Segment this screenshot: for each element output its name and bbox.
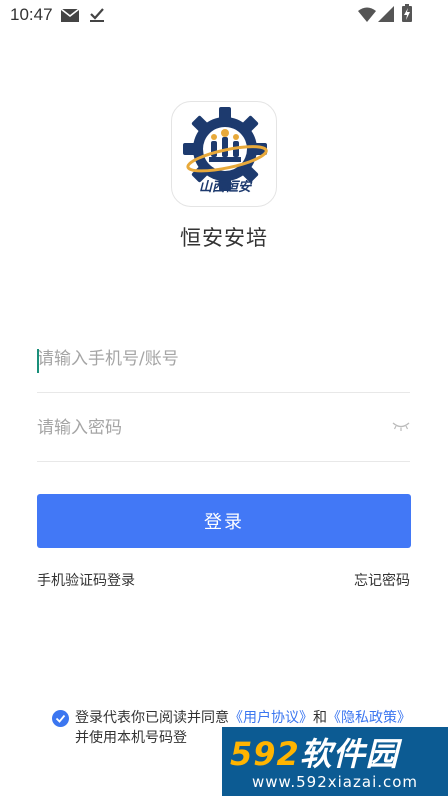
privacy-policy-link[interactable]: 《隐私政策》 bbox=[327, 710, 411, 726]
app-logo: 山西恒安 bbox=[171, 101, 277, 207]
user-agreement-link[interactable]: 《用户协议》 bbox=[229, 710, 313, 726]
text-caret bbox=[37, 349, 39, 373]
download-done-icon bbox=[90, 8, 104, 22]
signal-icon bbox=[378, 6, 394, 22]
check-icon bbox=[55, 714, 66, 723]
app-name: 恒安安培 bbox=[180, 226, 268, 250]
sms-login-link[interactable]: 手机验证码登录 bbox=[37, 570, 135, 590]
agreement-prefix: 登录代表你已阅读并同意 bbox=[75, 710, 229, 726]
login-button[interactable]: 登录 bbox=[37, 494, 411, 548]
mail-icon bbox=[61, 9, 79, 22]
watermark: 592软件园 www.592xiazai.com bbox=[222, 727, 448, 796]
watermark-url: www.592xiazai.com bbox=[251, 773, 419, 791]
account-field bbox=[37, 325, 410, 393]
agreement-suffix: 并使用本机号码登 bbox=[75, 730, 187, 746]
watermark-number: 592 bbox=[230, 735, 300, 773]
logo-text: 山西恒安 bbox=[198, 180, 251, 195]
watermark-title: 592软件园 bbox=[230, 729, 399, 775]
status-time: 10:47 bbox=[10, 5, 53, 24]
eye-closed-icon[interactable] bbox=[392, 420, 410, 432]
account-input[interactable] bbox=[37, 325, 377, 393]
watermark-title-text: 软件园 bbox=[299, 735, 399, 773]
battery-charging-icon bbox=[402, 4, 412, 22]
status-bar: 10:47 bbox=[0, 0, 448, 32]
password-input[interactable] bbox=[37, 394, 377, 462]
agreement-and: 和 bbox=[313, 710, 327, 726]
agreement-checkbox[interactable] bbox=[52, 710, 69, 727]
password-field bbox=[37, 394, 410, 462]
wifi-icon bbox=[358, 7, 376, 22]
forgot-password-link[interactable]: 忘记密码 bbox=[354, 570, 410, 590]
